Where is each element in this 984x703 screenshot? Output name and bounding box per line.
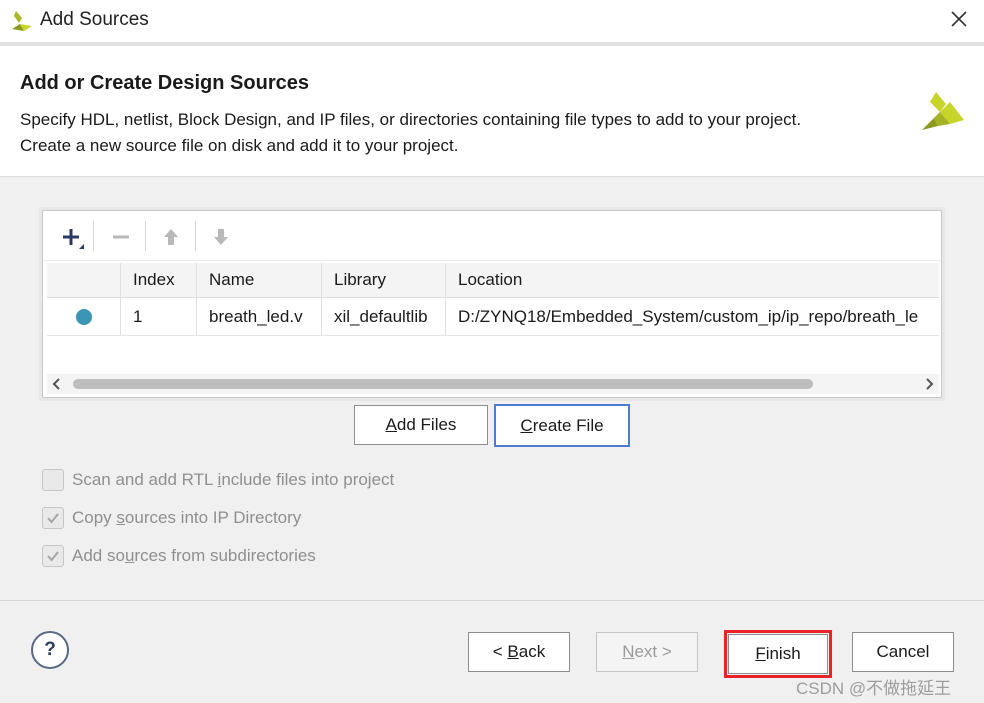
page-heading: Add or Create Design Sources [20, 72, 309, 94]
close-icon[interactable] [948, 8, 970, 30]
column-header-location[interactable]: Location [446, 263, 939, 297]
add-subdirectories-checkbox[interactable]: Add sources from subdirectories [42, 544, 316, 568]
scroll-left-icon[interactable] [49, 376, 65, 392]
column-header-index[interactable]: Index [121, 263, 197, 297]
back-prefix: < [492, 642, 508, 661]
toolbar-separator [93, 221, 94, 251]
horizontal-scrollbar[interactable] [47, 374, 939, 394]
vivado-app-icon [12, 11, 32, 31]
plus-icon [63, 229, 84, 249]
checkbox-box [42, 507, 64, 529]
page-description-line1: Specify HDL, netlist, Block Design, and … [20, 110, 802, 129]
footer-divider [0, 600, 984, 601]
add-files-label: dd Files [396, 415, 457, 434]
cancel-button[interactable]: Cancel [852, 632, 954, 672]
remove-source-button[interactable] [107, 223, 135, 251]
title-bar: Add Sources [0, 0, 984, 42]
move-up-button[interactable] [157, 223, 185, 251]
header-divider [0, 176, 984, 177]
back-mnemonic: B [507, 642, 519, 661]
move-down-button[interactable] [207, 223, 235, 251]
next-mnemonic: N [622, 642, 635, 661]
row-name-cell: breath_led.v [197, 298, 322, 335]
scrollbar-thumb[interactable] [73, 379, 813, 389]
help-button[interactable]: ? [31, 631, 69, 669]
add-files-mnemonic: A [385, 415, 397, 434]
table-toolbar [43, 211, 941, 261]
arrow-down-icon [214, 229, 228, 245]
wizard-header: Add or Create Design Sources Specify HDL… [0, 46, 984, 176]
checkmark-icon [47, 513, 59, 524]
checkbox-label: Copy sources into IP Directory [72, 508, 302, 527]
copy-sources-checkbox[interactable]: Copy sources into IP Directory [42, 506, 301, 530]
table-header: Index Name Library Location [47, 263, 939, 298]
watermark-text: CSDN @不做拖延王 [796, 679, 952, 698]
row-library-cell: xil_defaultlib [322, 298, 446, 335]
status-dot-icon [75, 308, 92, 325]
row-status-cell [47, 298, 121, 335]
back-label: ack [518, 642, 546, 661]
arrow-up-icon [164, 229, 178, 245]
page-description-line2: Create a new source file on disk and add… [20, 136, 459, 155]
add-source-button[interactable] [57, 223, 85, 251]
scroll-right-icon[interactable] [921, 376, 937, 392]
table-row[interactable]: 1 breath_led.v xil_defaultlib D:/ZYNQ18/… [47, 298, 939, 336]
toolbar-separator [195, 221, 196, 251]
checkbox-label: Add sources from subdirectories [72, 546, 316, 565]
back-button[interactable]: < Back [468, 632, 570, 672]
column-header-status[interactable] [47, 263, 121, 297]
minus-icon [113, 235, 129, 239]
create-file-mnemonic: C [520, 415, 533, 435]
window-title: Add Sources [40, 9, 149, 30]
xilinx-logo-icon [922, 92, 964, 130]
checkmark-icon [47, 551, 59, 562]
add-files-button[interactable]: Add Files [354, 405, 488, 445]
toolbar-separator [145, 221, 146, 251]
finish-highlight-box [724, 630, 832, 678]
checkbox-label: Scan and add RTL include files into proj… [72, 470, 395, 489]
checkbox-box [42, 469, 64, 491]
sources-table-panel: Index Name Library Location 1 breath_led… [39, 207, 945, 401]
create-file-label: reate File [532, 415, 604, 435]
column-header-library[interactable]: Library [322, 263, 446, 297]
scan-rtl-include-checkbox[interactable]: Scan and add RTL include files into proj… [42, 468, 394, 492]
create-file-button[interactable]: Create File [494, 404, 630, 447]
row-location-cell: D:/ZYNQ18/Embedded_System/custom_ip/ip_r… [458, 306, 919, 326]
next-button[interactable]: Next > [596, 632, 698, 672]
column-header-name[interactable]: Name [197, 263, 322, 297]
row-index-cell: 1 [121, 298, 197, 335]
next-label: ext > [634, 642, 672, 661]
checkbox-box [42, 545, 64, 567]
